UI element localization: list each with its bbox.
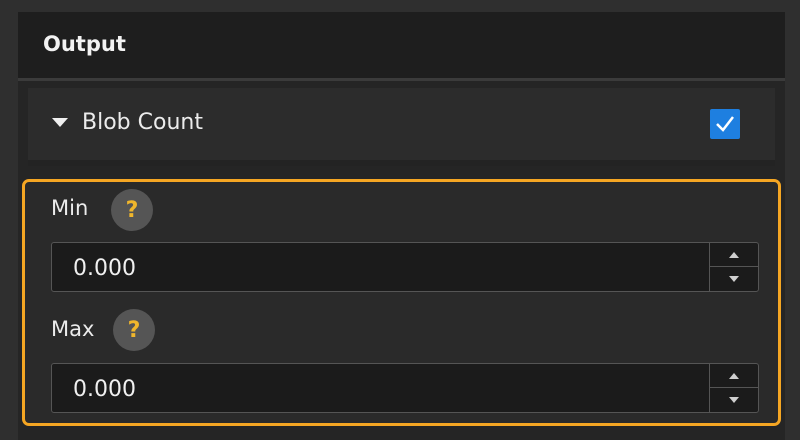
chevron-down-icon bbox=[729, 275, 739, 282]
section-divider bbox=[28, 160, 775, 166]
blob-count-checkbox[interactable] bbox=[710, 109, 740, 139]
chevron-up-icon bbox=[729, 251, 739, 258]
blob-count-section[interactable]: Blob Count bbox=[28, 88, 775, 160]
min-increment-button[interactable] bbox=[710, 243, 758, 267]
max-increment-button[interactable] bbox=[710, 364, 758, 388]
max-spinbox[interactable]: 0.000 bbox=[51, 363, 759, 413]
output-panel: Output Blob Count Min ? 0.000 Max ? 0.00… bbox=[18, 12, 785, 440]
min-spinbox[interactable]: 0.000 bbox=[51, 242, 759, 292]
section-label: Blob Count bbox=[82, 110, 203, 135]
panel-header: Output bbox=[18, 12, 785, 81]
chevron-down-icon bbox=[729, 396, 739, 403]
max-value[interactable]: 0.000 bbox=[73, 377, 136, 402]
max-stepper bbox=[709, 364, 758, 412]
min-max-group: Min ? 0.000 Max ? 0.000 bbox=[22, 179, 781, 426]
checkmark-icon bbox=[716, 116, 734, 132]
min-decrement-button[interactable] bbox=[710, 267, 758, 290]
min-value[interactable]: 0.000 bbox=[73, 256, 136, 281]
max-label: Max bbox=[51, 317, 95, 341]
collapse-arrow-icon[interactable] bbox=[52, 118, 68, 127]
max-help-icon[interactable]: ? bbox=[113, 309, 155, 351]
panel-title: Output bbox=[43, 32, 126, 56]
min-label: Min bbox=[51, 196, 89, 220]
chevron-up-icon bbox=[729, 372, 739, 379]
max-decrement-button[interactable] bbox=[710, 388, 758, 411]
min-stepper bbox=[709, 243, 758, 291]
min-help-icon[interactable]: ? bbox=[111, 189, 153, 231]
